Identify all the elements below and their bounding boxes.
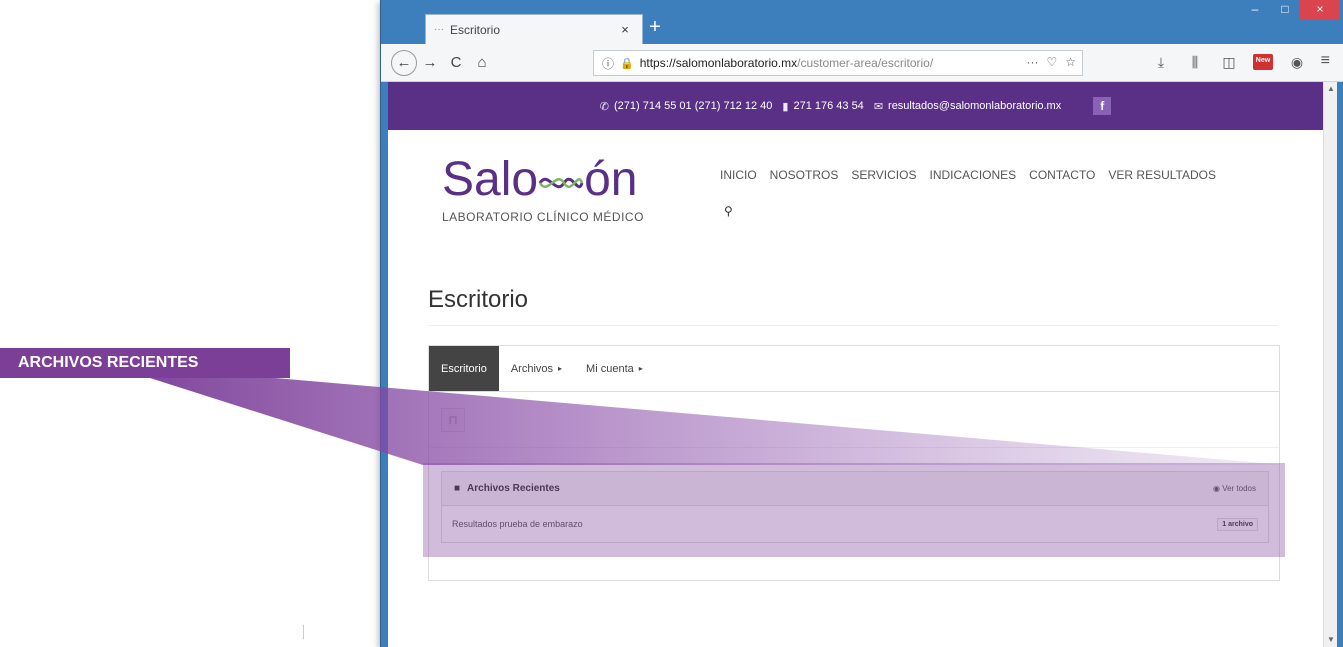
phone-info: ✆ (271) 714 55 01 (271) 712 12 40 <box>600 100 773 113</box>
nav-indicaciones[interactable]: INDICACIONES <box>929 168 1016 182</box>
close-window-button[interactable]: × <box>1300 0 1340 20</box>
scroll-up-icon[interactable]: ▲ <box>1324 82 1338 96</box>
address-bar[interactable]: ⓘ 🔒 https://salomonlaboratorio.mx/custom… <box>593 50 1083 76</box>
folder-icon[interactable]: ⊓ <box>441 408 465 432</box>
file-count-badge: 1 archivo <box>1217 517 1258 531</box>
download-icon[interactable]: ⤓ <box>1151 52 1171 72</box>
nav-contacto[interactable]: CONTACTO <box>1029 168 1095 182</box>
back-button[interactable]: ← <box>391 49 417 76</box>
file-icon: ■ <box>454 483 461 494</box>
callout-label: ARCHIVOS RECIENTES <box>0 348 290 378</box>
panel-tabs: Escritorio Archivos ▸ Mi cuenta ▸ <box>429 346 1279 392</box>
recent-files-box: ■ Archivos Recientes ◉ Ver todos Resulta… <box>441 471 1269 543</box>
file-name-link[interactable]: Resultados prueba de embarazo <box>452 519 1217 529</box>
logo-wordmark: Salo ón <box>442 154 682 206</box>
title-divider <box>428 325 1278 326</box>
browser-window: ··· Escritorio × + – □ × ← → C ⌂ ⓘ 🔒 htt… <box>380 0 1343 647</box>
customer-area-panel: Escritorio Archivos ▸ Mi cuenta ▸ ⊓ ■ Ar… <box>428 345 1280 581</box>
phone-numbers: (271) 714 55 01 (271) 712 12 40 <box>613 100 773 112</box>
nav-nosotros[interactable]: NOSOTROS <box>770 168 839 182</box>
maximize-button[interactable]: □ <box>1270 0 1300 20</box>
tab-mi-cuenta[interactable]: Mi cuenta ▸ <box>574 346 655 391</box>
tab-label: Archivos <box>510 362 554 375</box>
url-actions: ··· ♡ ☆ <box>1026 55 1076 69</box>
web-page: ✆ (271) 714 55 01 (271) 712 12 40 ▮ 271 … <box>388 82 1323 647</box>
main-navigation: INICIO NOSOTROS SERVICIOS INDICACIONES C… <box>720 168 1320 182</box>
page-scrollbar[interactable]: ▲ ▼ <box>1323 82 1337 647</box>
view-all-link[interactable]: ◉ Ver todos <box>1213 484 1256 493</box>
lock-icon: 🔒 <box>620 57 634 70</box>
divider <box>303 625 304 639</box>
nav-servicios[interactable]: SERVICIOS <box>851 168 916 182</box>
page-title: Escritorio <box>428 286 529 313</box>
mobile-icon: ▮ <box>782 100 789 113</box>
recent-files-title: Archivos Recientes <box>467 483 560 494</box>
forward-button[interactable]: → <box>417 50 443 76</box>
library-icon[interactable]: ⫼ <box>1185 52 1205 72</box>
email-info[interactable]: ✉ resultados@salomonlaboratorio.mx <box>874 100 1061 113</box>
navigation-bar: ← → C ⌂ ⓘ 🔒 https://salomonlaboratorio.m… <box>381 44 1343 82</box>
window-controls: – □ × <box>1240 0 1340 22</box>
info-icon[interactable]: ⓘ <box>602 55 614 72</box>
menu-icon[interactable]: ≡ <box>1321 52 1330 70</box>
sidebar-icon[interactable]: ◫ <box>1219 52 1239 72</box>
recent-files-header: ■ Archivos Recientes ◉ Ver todos <box>442 472 1268 506</box>
minimize-button[interactable]: – <box>1240 0 1270 20</box>
favicon-icon: ··· <box>434 24 444 35</box>
panel-toolbar: ⊓ <box>429 392 1279 448</box>
browser-tab[interactable]: ··· Escritorio × <box>425 14 643 44</box>
contact-bar: ✆ (271) 714 55 01 (271) 712 12 40 ▮ 271 … <box>388 82 1323 130</box>
mobile-number: 271 176 43 54 <box>793 100 864 112</box>
caret-right-icon: ▸ <box>558 364 563 373</box>
scroll-down-icon[interactable]: ▼ <box>1324 633 1338 647</box>
nav-inicio[interactable]: INICIO <box>720 168 757 182</box>
page-actions-icon[interactable]: ··· <box>1026 55 1038 69</box>
site-logo[interactable]: Salo ón LABORATORIO CLÍNICO MÉDICO <box>442 154 682 234</box>
nav-ver-resultados[interactable]: VER RESULTADOS <box>1108 168 1216 182</box>
bookmark-star-icon[interactable]: ☆ <box>1065 55 1076 69</box>
list-item: Resultados prueba de embarazo 1 archivo <box>442 506 1268 542</box>
url-host: https://salomonlaboratorio.mx <box>639 56 798 70</box>
phone-icon: ✆ <box>599 100 609 113</box>
new-tab-button[interactable]: + <box>643 16 667 40</box>
logo-subtitle: LABORATORIO CLÍNICO MÉDICO <box>442 210 644 224</box>
tab-escritorio[interactable]: Escritorio <box>429 346 499 391</box>
caret-right-icon: ▸ <box>638 364 643 373</box>
search-icon[interactable]: ⚲ <box>724 204 733 218</box>
tab-title: Escritorio <box>450 22 501 37</box>
logo-text-right: ón <box>584 153 638 206</box>
close-tab-icon[interactable]: × <box>616 22 634 37</box>
facebook-icon[interactable]: f <box>1093 97 1112 115</box>
mobile-info: ▮ 271 176 43 54 <box>782 100 863 113</box>
toolbar-icons: ⤓ ⫼ ◫ New ◉ <box>1151 52 1307 72</box>
reload-button[interactable]: C <box>443 50 469 76</box>
logo-text-left: Salo <box>442 153 539 206</box>
tab-label: Escritorio <box>441 362 487 375</box>
home-button[interactable]: ⌂ <box>469 50 495 76</box>
extension-icon[interactable]: New <box>1253 54 1273 70</box>
pocket-icon[interactable]: ♡ <box>1046 55 1057 69</box>
dna-icon <box>538 177 584 189</box>
mail-icon: ✉ <box>873 100 884 113</box>
email-address[interactable]: resultados@salomonlaboratorio.mx <box>888 100 1061 112</box>
account-icon[interactable]: ◉ <box>1287 52 1307 72</box>
url-path: /customer-area/escritorio/ <box>797 56 934 70</box>
tab-archivos[interactable]: Archivos ▸ <box>499 346 574 391</box>
tab-bar: ··· Escritorio × + – □ × <box>381 0 1343 44</box>
tab-label: Mi cuenta <box>586 362 634 375</box>
